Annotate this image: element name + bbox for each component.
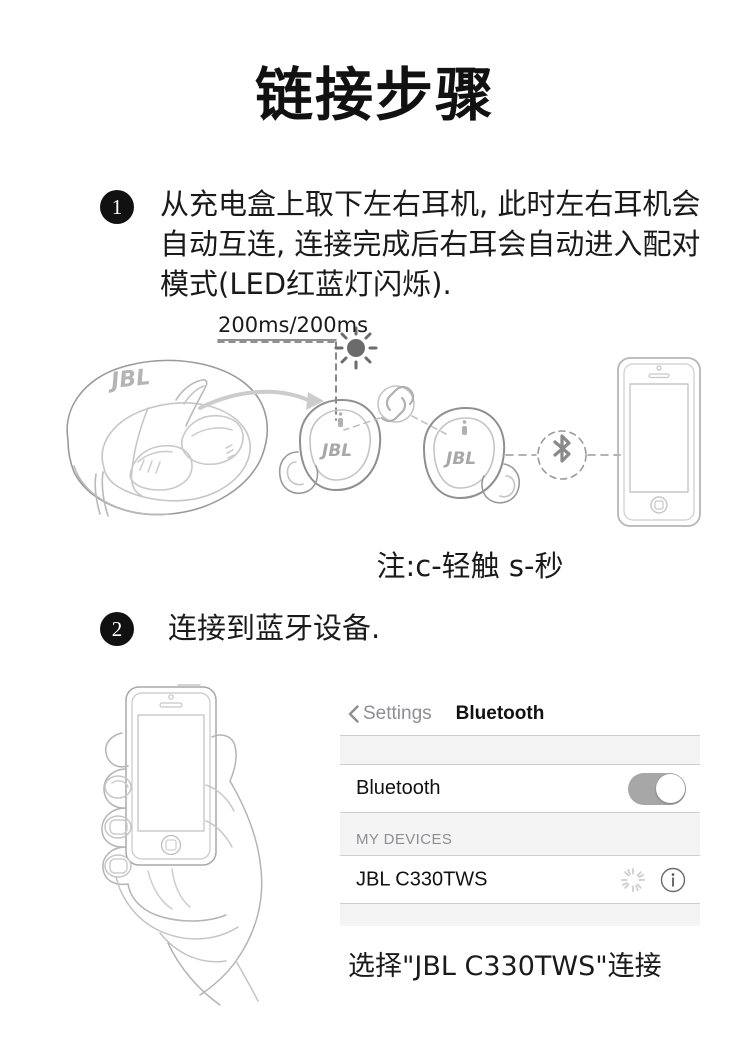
info-icon[interactable] [660,867,686,893]
earbud-right-jbl-logo: JBL [443,449,476,469]
section-gap [340,736,700,764]
ios-navigation-bar: Settings Bluetooth [340,692,700,735]
page-title: 链接步骤 [254,61,495,129]
activity-spinner-icon [620,867,646,893]
step-2-badge: 2 [100,612,134,646]
blink-timing-connector [217,341,337,421]
toggle-knob [655,774,685,803]
pairing-diagram: JBL JBL JBL 200ms/200ms [0,300,750,560]
blink-timing-label: 200ms/200ms [218,313,368,337]
device-name-label: JBL C330TWS [356,868,488,890]
ios-bluetooth-settings-panel: Settings Bluetooth Bluetooth MY DEVICES … [340,692,700,926]
charging-case-illustration: JBL [66,359,268,517]
bluetooth-toggle[interactable] [628,772,686,805]
instruction-page: 链接步骤 1 从充电盒上取下左右耳机, 此时左右耳机会自动互连, 连接完成后右耳… [0,0,750,1034]
select-device-caption: 选择"JBL C330TWS"连接 [348,951,662,982]
back-label: Settings [363,702,432,724]
step-2-text: 连接到蓝牙设备. [168,611,381,645]
back-to-settings-button[interactable]: Settings [348,703,432,725]
my-devices-section-header: MY DEVICES [340,813,700,855]
list-tail [340,904,700,926]
step-1-text: 从充电盒上取下左右耳机, 此时左右耳机会自动互连, 连接完成后右耳会自动进入配对… [160,187,701,301]
hand-holding-phone-illustration [60,665,360,1034]
phone-illustration [617,357,701,527]
case-jbl-logo: JBL [106,365,151,394]
panel-title: Bluetooth [455,702,545,724]
transfer-arrow [198,389,310,410]
earbud-left-jbl-logo: JBL [319,441,352,461]
bluetooth-toggle-row[interactable]: Bluetooth [340,765,700,812]
link-icon [377,385,415,423]
bluetooth-row-label: Bluetooth [356,777,441,799]
device-row-jbl[interactable]: JBL C330TWS [340,856,700,903]
earbud-left-illustration: JBL [278,399,382,494]
step-1-badge: 1 [100,190,134,224]
chevron-left-icon [348,704,359,723]
legend-note: 注:c-轻触 s-秒 [376,549,564,583]
bluetooth-icon [537,430,587,480]
earbud-right-illustration: JBL [423,407,520,504]
